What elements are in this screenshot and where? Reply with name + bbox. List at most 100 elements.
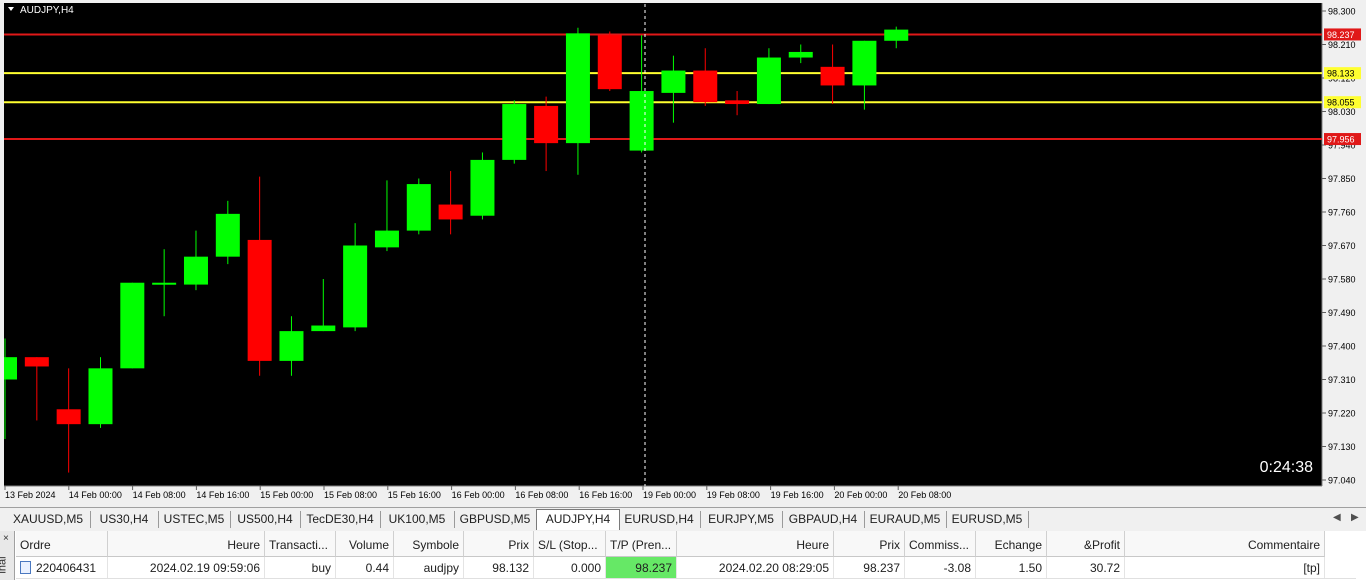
price-axis-label: 97.130 bbox=[1328, 442, 1356, 452]
table-cell: 30.72 bbox=[1047, 557, 1125, 579]
chart-tab[interactable]: XAUUSD,M5 bbox=[6, 511, 91, 528]
column-header[interactable]: Heure bbox=[108, 531, 265, 557]
candlestick bbox=[470, 152, 495, 220]
time-axis-label: 14 Feb 00:00 bbox=[69, 490, 122, 500]
candle-body bbox=[343, 245, 368, 328]
table-cell: 98.237 bbox=[834, 557, 905, 579]
table-cell: 1.50 bbox=[976, 557, 1047, 579]
tabs-scroll-left-icon[interactable]: ◀ bbox=[1333, 512, 1341, 523]
cell-value: 98.237 bbox=[863, 561, 900, 575]
column-header[interactable]: Echange bbox=[976, 531, 1047, 557]
price-axis-label: 97.310 bbox=[1328, 375, 1356, 385]
chart-tab[interactable]: EURUSD,H4 bbox=[618, 511, 701, 528]
price-axis-label: 97.760 bbox=[1328, 208, 1356, 218]
chart-tabs-bar: XAUUSD,M5 US30,H4 USTEC,M5 US500,H4 TecDE30,… bbox=[0, 507, 1366, 532]
chart-tab[interactable]: EURJPY,M5 bbox=[700, 511, 783, 528]
price-axis-label: 97.850 bbox=[1328, 174, 1356, 184]
time-axis-label: 13 Feb 2024 bbox=[5, 490, 56, 500]
time-axis-label: 15 Feb 00:00 bbox=[260, 490, 313, 500]
time-axis-label: 16 Feb 00:00 bbox=[452, 490, 505, 500]
candlestick bbox=[406, 178, 431, 235]
column-header[interactable]: Heure bbox=[677, 531, 834, 557]
chart-window[interactable]: 98.30098.21098.12098.03097.94097.85097.7… bbox=[0, 0, 1366, 507]
price-axis-label: 97.040 bbox=[1328, 476, 1356, 486]
column-header[interactable]: Volume bbox=[336, 531, 394, 557]
chart-tab[interactable]: TecDE30,H4 bbox=[300, 511, 381, 528]
candle-body bbox=[629, 91, 654, 151]
chart-tab[interactable]: GBPAUD,H4 bbox=[782, 511, 865, 528]
candle-body bbox=[279, 331, 304, 361]
chart-tab[interactable]: USTEC,M5 bbox=[158, 511, 231, 528]
table-cell: [tp] bbox=[1125, 557, 1325, 579]
candle-body bbox=[311, 325, 336, 332]
candle-body bbox=[120, 282, 145, 369]
time-axis-label: 15 Feb 08:00 bbox=[324, 490, 377, 500]
column-header[interactable]: Symbole bbox=[394, 531, 464, 557]
table-cell: 0.000 bbox=[534, 557, 606, 579]
chart-tab[interactable]: EURUSD,M5 bbox=[946, 511, 1029, 528]
column-header[interactable]: S/L (Stop... bbox=[534, 531, 606, 557]
candle-body bbox=[4, 357, 17, 380]
time-axis-label: 16 Feb 08:00 bbox=[515, 490, 568, 500]
order-document-icon bbox=[20, 561, 31, 574]
candle-body bbox=[756, 57, 781, 105]
table-cell: -3.08 bbox=[905, 557, 976, 579]
candle-body bbox=[183, 256, 208, 285]
price-axis-label: 98.300 bbox=[1328, 7, 1356, 17]
candle-body bbox=[852, 40, 877, 86]
chart-tab[interactable]: AUDJPY,H4 bbox=[536, 509, 620, 530]
table-cell: 2024.02.20 08:29:05 bbox=[677, 557, 834, 579]
price-chart[interactable]: 98.30098.21098.12098.03097.94097.85097.7… bbox=[0, 0, 1366, 507]
table-cell: 98.237 bbox=[606, 557, 677, 579]
terminal-close-icon[interactable]: × bbox=[3, 533, 9, 544]
cell-value: audjpy bbox=[423, 561, 459, 575]
price-axis-label: 97.490 bbox=[1328, 308, 1356, 318]
candle-body bbox=[374, 230, 399, 248]
price-axis-label: 97.580 bbox=[1328, 275, 1356, 285]
chart-tab[interactable]: US500,H4 bbox=[230, 511, 301, 528]
column-header[interactable]: Prix bbox=[464, 531, 534, 557]
candle-body bbox=[56, 409, 81, 425]
chart-tab[interactable]: UK100,M5 bbox=[380, 511, 455, 528]
candle-body bbox=[534, 105, 559, 144]
candle-body bbox=[88, 368, 113, 425]
chart-tab[interactable]: US30,H4 bbox=[90, 511, 159, 528]
column-header[interactable]: Ordre bbox=[16, 531, 108, 557]
candlestick bbox=[502, 100, 527, 164]
cell-value: 0.000 bbox=[570, 561, 601, 575]
cell-value: 2024.02.19 09:59:06 bbox=[149, 561, 260, 575]
time-axis-label: 14 Feb 08:00 bbox=[133, 490, 186, 500]
time-axis-label: 19 Feb 16:00 bbox=[771, 490, 824, 500]
table-cell: audjpy bbox=[394, 557, 464, 579]
column-header[interactable]: &Profit bbox=[1047, 531, 1125, 557]
candle-body bbox=[247, 239, 272, 361]
column-header[interactable]: Commentaire bbox=[1125, 531, 1325, 557]
tabs-scroll-right-icon[interactable]: ▶ bbox=[1351, 512, 1359, 523]
terminal-side-strip: × inal bbox=[0, 531, 15, 580]
cell-value: -3.08 bbox=[943, 561, 971, 575]
terminal-panel: × inal Ordre Heure Transacti... Volume Symbo… bbox=[0, 531, 1366, 580]
candle-body bbox=[215, 213, 240, 257]
cell-value: 1.50 bbox=[1018, 561, 1042, 575]
time-axis-label: 15 Feb 16:00 bbox=[388, 490, 441, 500]
candle-body bbox=[565, 33, 590, 144]
price-axis-label: 97.670 bbox=[1328, 241, 1356, 251]
chart-tab[interactable]: GBPUSD,M5 bbox=[454, 511, 537, 528]
column-header[interactable]: Prix bbox=[834, 531, 905, 557]
candle-body bbox=[406, 184, 431, 231]
cell-value: 0.44 bbox=[365, 561, 389, 575]
time-axis-label: 20 Feb 00:00 bbox=[834, 490, 887, 500]
cell-value: buy bbox=[311, 561, 331, 575]
terminal-side-label: inal bbox=[0, 556, 9, 574]
table-cell: 98.132 bbox=[464, 557, 534, 579]
chart-tab[interactable]: EURAUD,M5 bbox=[864, 511, 947, 528]
candle-body bbox=[152, 282, 177, 285]
price-axis-label: 98.210 bbox=[1328, 40, 1356, 50]
cell-value: 220406431 bbox=[36, 561, 97, 575]
table-cell: buy bbox=[265, 557, 336, 579]
price-axis-label: 98.030 bbox=[1328, 107, 1356, 117]
column-header[interactable]: T/P (Pren... bbox=[606, 531, 677, 557]
column-header[interactable]: Transacti... bbox=[265, 531, 336, 557]
column-header[interactable]: Commiss... bbox=[905, 531, 976, 557]
table-cell: 2024.02.19 09:59:06 bbox=[108, 557, 265, 579]
